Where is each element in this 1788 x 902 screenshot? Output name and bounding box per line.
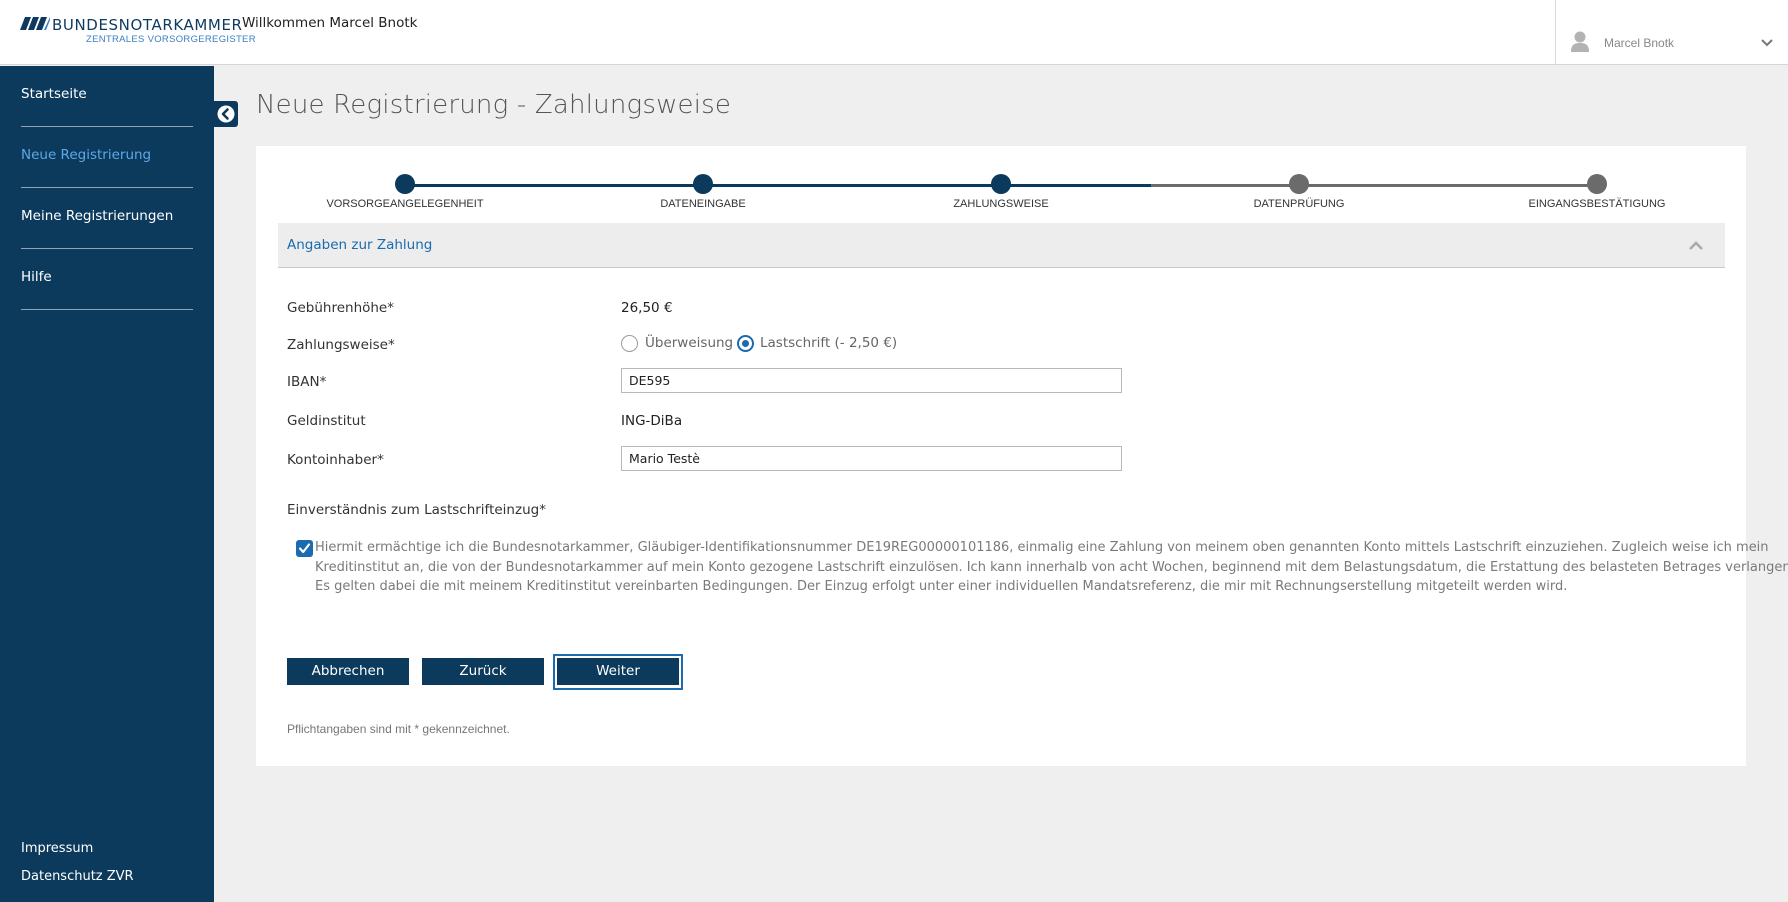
chevron-down-icon	[1761, 39, 1773, 47]
brand-name: BUNDESNOTARKAMMER	[52, 16, 243, 34]
step-dot	[1587, 174, 1607, 194]
account-holder-input[interactable]: Mario Testè	[621, 446, 1122, 471]
back-button[interactable]: Zurück	[422, 658, 544, 685]
mandate-line: Kreditinstitut an, die von der Bundesnot…	[315, 559, 1788, 575]
sidebar-collapse-button[interactable]	[214, 101, 238, 127]
section-title: Angaben zur Zahlung	[287, 237, 433, 253]
sidebar-item-label: Hilfe	[21, 269, 52, 285]
step-dot	[991, 174, 1011, 194]
radio-ueberweisung[interactable]	[621, 335, 638, 352]
impressum-link[interactable]: Impressum	[21, 841, 93, 856]
sidebar-item-startseite[interactable]: Startseite	[21, 66, 193, 127]
app-header: BUNDESNOTARKAMMER ZENTRALES VORSORGEREGI…	[0, 0, 1788, 65]
next-button[interactable]: Weiter	[557, 658, 679, 685]
bank-value: ING-DiBa	[621, 413, 683, 429]
sidebar-item-hilfe[interactable]: Hilfe	[21, 249, 193, 310]
checkmark-icon	[298, 543, 311, 554]
brand-logo-mark	[20, 17, 50, 30]
step-label-datenpruefung: DATENPRÜFUNG	[1253, 198, 1345, 210]
stepper-line-done	[405, 184, 1151, 187]
step-label-eingangsbestaetigung: EINGANGSBESTÄTIGUNG	[1528, 198, 1666, 210]
step-label-vorsorge: VORSORGEANGELEGENHEIT	[326, 198, 484, 210]
fee-value: 26,50 €	[621, 300, 673, 316]
sidebar-item-neue-registrierung[interactable]: Neue Registrierung	[21, 127, 193, 188]
mandate-line: Es gelten dabei die mit meinem Kreditins…	[315, 579, 1568, 594]
cancel-button[interactable]: Abbrechen	[287, 658, 409, 685]
section-header[interactable]: Angaben zur Zahlung	[278, 223, 1725, 268]
welcome-text: Willkommen Marcel Bnotk	[242, 15, 418, 31]
chevron-left-circle-icon	[217, 105, 235, 123]
payment-card: VORSORGEANGELEGENHEIT DATENEINGABE ZAHLU…	[256, 146, 1788, 766]
bank-label: Geldinstitut	[287, 413, 366, 429]
brand-subtitle: ZENTRALES VORSORGEREGISTER	[86, 34, 256, 45]
iban-label: IBAN*	[287, 374, 327, 390]
step-dot	[693, 174, 713, 194]
user-icon	[1571, 31, 1589, 52]
step-label-dateneingabe: DATENEINGABE	[660, 198, 746, 210]
stepper-line-pending	[1151, 184, 1599, 187]
fee-label: Gebührenhöhe*	[287, 300, 394, 316]
brand-logo[interactable]: BUNDESNOTARKAMMER ZENTRALES VORSORGEREGI…	[20, 16, 256, 47]
sidebar-item-label: Neue Registrierung	[21, 147, 152, 163]
mandate-line: Hiermit ermächtige ich die Bundesnotarka…	[315, 540, 1769, 555]
sidebar-item-meine-registrierungen[interactable]: Meine Registrierungen	[21, 188, 193, 249]
radio-lastschrift[interactable]	[737, 335, 754, 352]
step-label-zahlungsweise: ZAHLUNGSWEISE	[953, 198, 1049, 210]
sidebar-item-label: Startseite	[21, 86, 87, 102]
user-menu[interactable]: Marcel Bnotk	[1555, 0, 1788, 65]
account-holder-label: Kontoinhaber*	[287, 452, 384, 468]
step-dot	[1289, 174, 1309, 194]
consent-checkbox[interactable]	[296, 540, 313, 557]
payment-method-label: Zahlungsweise*	[287, 337, 395, 353]
sepa-mandate-text: Hiermit ermächtige ich die Bundesnotarka…	[315, 538, 1788, 597]
sidebar: Startseite Neue Registrierung Meine Regi…	[0, 66, 214, 902]
step-dot	[395, 174, 415, 194]
page-title: Neue Registrierung - Zahlungsweise	[256, 90, 732, 120]
user-name: Marcel Bnotk	[1604, 36, 1675, 50]
radio-lastschrift-label[interactable]: Lastschrift (- 2,50 €)	[760, 335, 897, 351]
sidebar-item-label: Meine Registrierungen	[21, 208, 174, 224]
radio-ueberweisung-label[interactable]: Überweisung	[645, 335, 733, 351]
required-fields-note: Pflichtangaben sind mit * gekennzeichnet…	[287, 722, 510, 736]
consent-label: Einverständnis zum Lastschrifteinzug*	[287, 502, 546, 518]
iban-input[interactable]: DE595	[621, 368, 1122, 393]
datenschutz-link[interactable]: Datenschutz ZVR	[21, 869, 134, 884]
chevron-up-icon	[1689, 241, 1703, 250]
